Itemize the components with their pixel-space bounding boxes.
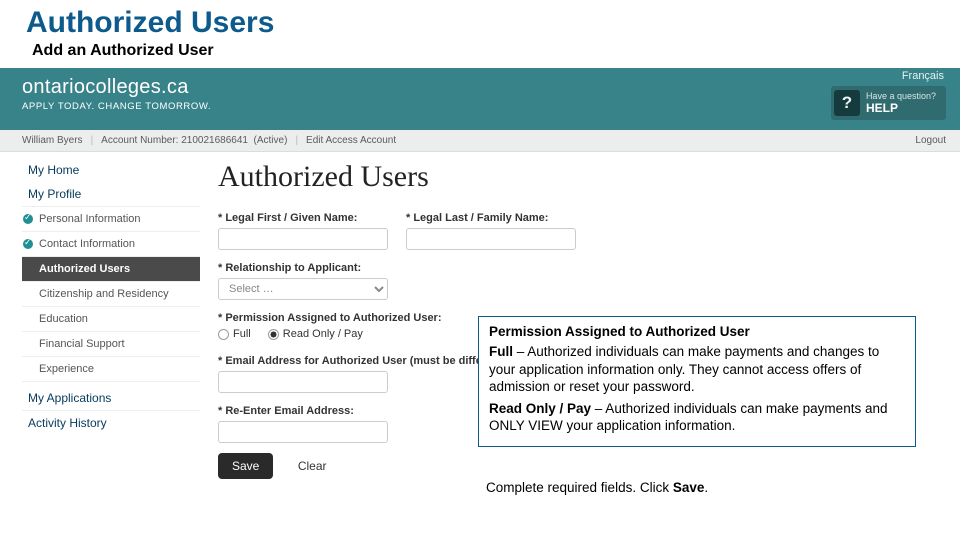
clear-button[interactable]: Clear xyxy=(284,453,341,479)
last-name-input[interactable] xyxy=(406,228,576,250)
sidebar-item-my-profile[interactable]: My Profile xyxy=(22,182,200,206)
brand-line2: APPLY TODAY. CHANGE TOMORROW. xyxy=(22,101,211,112)
callout-title: Permission Assigned to Authorized User xyxy=(489,323,905,340)
brand-logo: ontariocolleges.ca APPLY TODAY. CHANGE T… xyxy=(22,76,211,112)
sidebar-item-citizenship[interactable]: Citizenship and Residency xyxy=(22,281,200,306)
first-name-input[interactable] xyxy=(218,228,388,250)
form-heading: Authorized Users xyxy=(218,160,960,194)
permission-callout: Permission Assigned to Authorized User F… xyxy=(478,316,916,447)
relationship-label: * Relationship to Applicant: xyxy=(218,262,960,274)
callout-full: Full – Authorized individuals can make p… xyxy=(489,343,905,395)
edit-access-link[interactable]: Edit Access Account xyxy=(306,135,396,146)
separator: | xyxy=(295,135,298,146)
sidebar: My Home My Profile Personal Information … xyxy=(0,152,200,479)
callout-readonly: Read Only / Pay – Authorized individuals… xyxy=(489,400,905,435)
sidebar-item-authorized-users[interactable]: Authorized Users xyxy=(22,256,200,281)
account-number-label: Account Number: xyxy=(101,135,178,146)
sidebar-item-personal-info[interactable]: Personal Information xyxy=(22,206,200,231)
brand-line1: ontariocolleges.ca xyxy=(22,76,211,99)
reenter-email-input[interactable] xyxy=(218,421,388,443)
account-name: William Byers xyxy=(22,135,83,146)
callout-instruction: Complete required fields. Click Save. xyxy=(486,480,708,495)
sidebar-item-activity-history[interactable]: Activity History xyxy=(22,410,200,435)
email-input[interactable] xyxy=(218,371,388,393)
relationship-select[interactable]: Select … xyxy=(218,278,388,300)
help-prompt: Have a question? xyxy=(866,91,936,101)
save-button[interactable]: Save xyxy=(218,453,273,479)
help-main: HELP xyxy=(866,101,936,115)
permission-full-radio[interactable]: Full xyxy=(218,328,251,340)
sidebar-item-my-applications[interactable]: My Applications xyxy=(22,386,200,410)
sidebar-item-my-home[interactable]: My Home xyxy=(22,158,200,182)
sidebar-item-experience[interactable]: Experience xyxy=(22,356,200,382)
separator: | xyxy=(91,135,94,146)
help-button[interactable]: ? Have a question? HELP xyxy=(831,86,946,120)
permission-readonly-radio[interactable]: Read Only / Pay xyxy=(268,328,363,340)
question-icon: ? xyxy=(834,90,860,116)
logout-link[interactable]: Logout xyxy=(915,135,946,146)
account-number-value: 210021686641 xyxy=(181,135,248,146)
sidebar-item-education[interactable]: Education xyxy=(22,306,200,331)
page-title: Authorized Users xyxy=(0,0,960,42)
last-name-label: * Legal Last / Family Name: xyxy=(406,212,576,224)
page-subtitle: Add an Authorized User xyxy=(0,42,960,68)
header-bar: ontariocolleges.ca APPLY TODAY. CHANGE T… xyxy=(0,68,960,130)
first-name-label: * Legal First / Given Name: xyxy=(218,212,388,224)
account-bar: William Byers | Account Number: 21002168… xyxy=(0,130,960,152)
sidebar-item-contact-info[interactable]: Contact Information xyxy=(22,231,200,256)
account-status: (Active) xyxy=(254,135,288,146)
sidebar-item-financial-support[interactable]: Financial Support xyxy=(22,331,200,356)
language-link[interactable]: Français xyxy=(898,70,948,82)
